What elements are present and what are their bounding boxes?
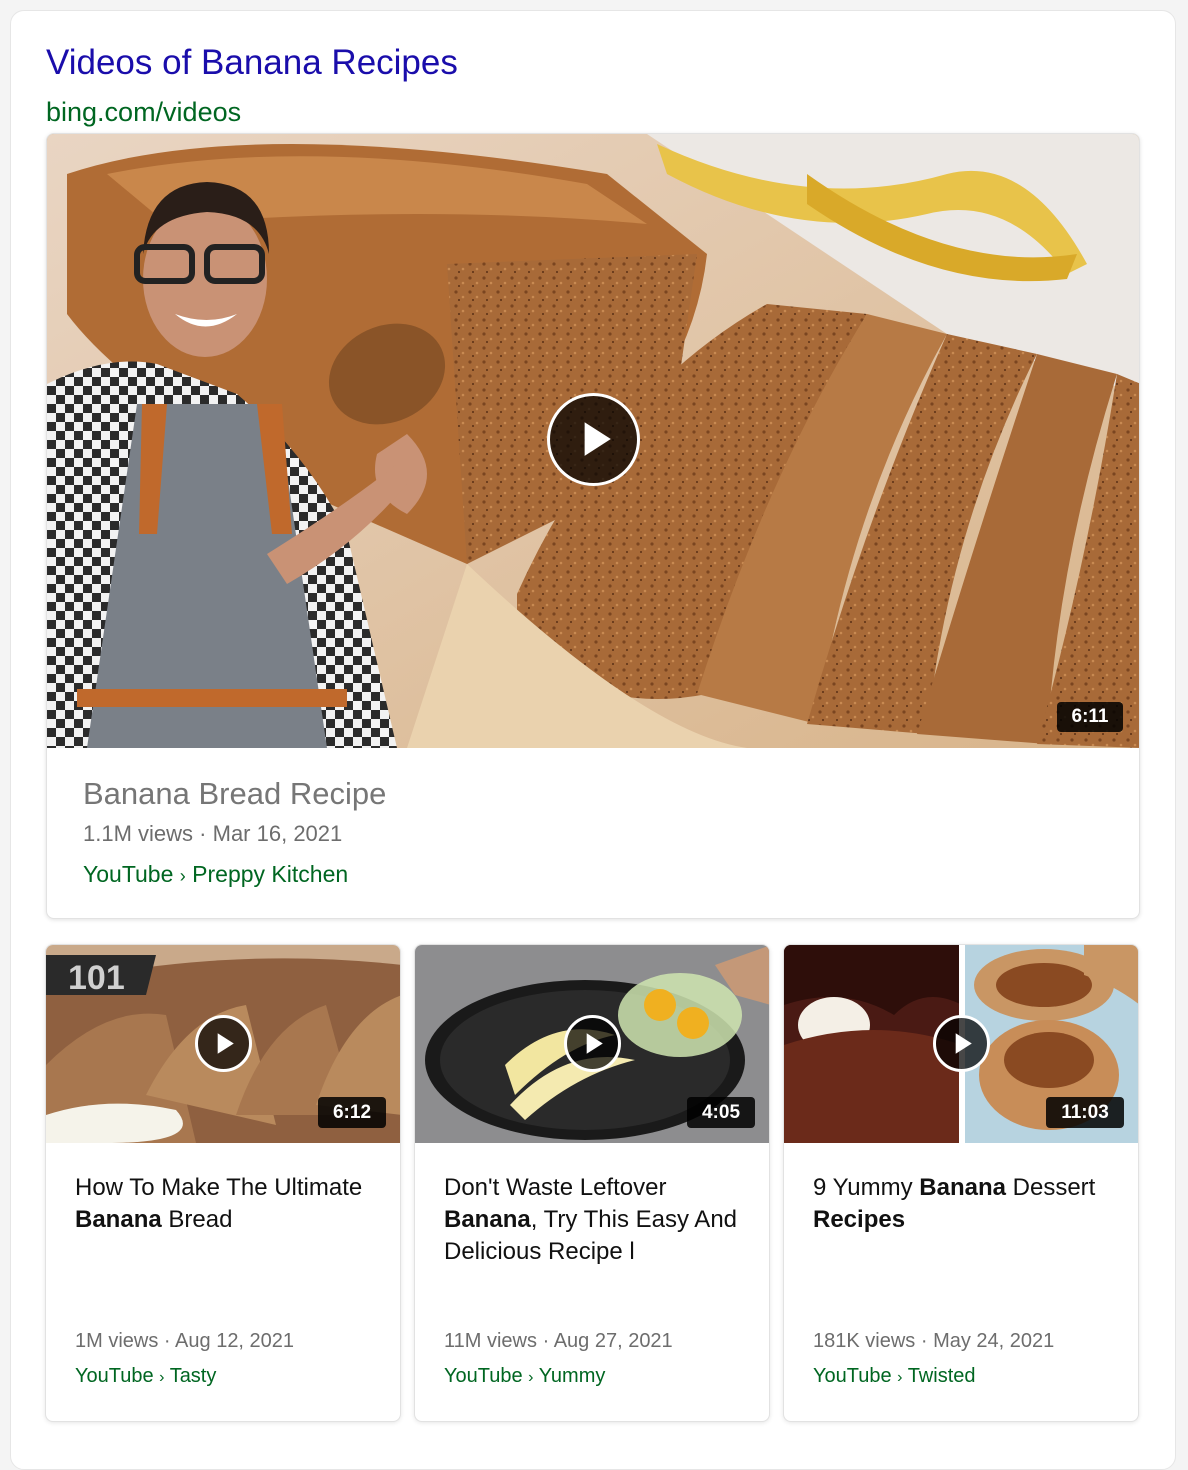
channel-link[interactable]: Twisted xyxy=(908,1365,976,1387)
platform-link[interactable]: YouTube xyxy=(75,1365,154,1387)
play-icon xyxy=(584,422,611,456)
featured-channel[interactable]: Preppy Kitchen xyxy=(192,861,348,887)
duration-badge-2: 4:05 xyxy=(687,1097,755,1128)
duration-badge-1: 6:12 xyxy=(318,1097,386,1128)
featured-source: YouTube › Preppy Kitchen xyxy=(83,858,386,892)
play-button-3[interactable] xyxy=(933,1015,990,1072)
video-source-2: YouTube › Yummy xyxy=(444,1365,606,1387)
badge-101-text: 101 xyxy=(68,959,125,997)
featured-play-button[interactable] xyxy=(547,393,640,486)
video-source-3: YouTube › Twisted xyxy=(813,1365,976,1387)
featured-date: Mar 16, 2021 xyxy=(212,821,343,846)
featured-platform[interactable]: YouTube xyxy=(83,861,173,887)
featured-views: 1.1M views xyxy=(83,821,194,846)
play-icon xyxy=(955,1033,972,1054)
play-icon xyxy=(217,1033,234,1054)
video-title-1[interactable]: How To Make The Ultimate Banana Bread xyxy=(75,1172,385,1236)
video-source-1: YouTube › Tasty xyxy=(75,1365,217,1387)
video-thumbnail-1[interactable]: 101 6:12 xyxy=(46,945,400,1143)
featured-video-card[interactable]: 6:11 Banana Bread Recipe 1.1M views · Ma… xyxy=(46,133,1140,919)
featured-duration-badge: 6:11 xyxy=(1057,702,1123,732)
video-title-3[interactable]: 9 Yummy Banana Dessert Recipes xyxy=(813,1172,1123,1236)
play-button-2[interactable] xyxy=(564,1015,621,1072)
video-meta-2: 11M views · Aug 27, 2021 xyxy=(444,1330,673,1352)
meta-separator: · xyxy=(199,821,207,846)
channel-link[interactable]: Tasty xyxy=(170,1365,217,1387)
featured-video-title[interactable]: Banana Bread Recipe xyxy=(83,774,386,814)
duration-badge-3: 11:03 xyxy=(1046,1097,1124,1128)
video-card-3[interactable]: 11:03 9 Yummy Banana Dessert Recipes 181… xyxy=(783,944,1139,1422)
featured-video-info: Banana Bread Recipe 1.1M views · Mar 16,… xyxy=(83,774,386,892)
video-thumbnail-2[interactable]: 4:05 xyxy=(415,945,769,1143)
video-thumbnail-3[interactable]: 11:03 xyxy=(784,945,1138,1143)
play-button-1[interactable] xyxy=(195,1015,252,1072)
platform-link[interactable]: YouTube xyxy=(813,1365,892,1387)
play-icon xyxy=(586,1033,603,1054)
featured-video-thumbnail[interactable]: 6:11 xyxy=(47,134,1139,748)
video-meta-3: 181K views · May 24, 2021 xyxy=(813,1330,1055,1352)
breadcrumb-separator: › xyxy=(179,866,186,886)
results-url: bing.com/videos xyxy=(46,97,242,127)
video-meta-1: 1M views · Aug 12, 2021 xyxy=(75,1330,295,1352)
results-title-link[interactable]: Videos of Banana Recipes xyxy=(46,42,458,84)
platform-link[interactable]: YouTube xyxy=(444,1365,523,1387)
featured-video-meta: 1.1M views · Mar 16, 2021 xyxy=(83,818,386,850)
video-card-2[interactable]: 4:05 Don't Waste Leftover Banana, Try Th… xyxy=(414,944,770,1422)
channel-link[interactable]: Yummy xyxy=(539,1365,606,1387)
video-card-1[interactable]: 101 6:12 How To Make The Ultimate Banana… xyxy=(45,944,401,1422)
video-title-2[interactable]: Don't Waste Leftover Banana, Try This Ea… xyxy=(444,1172,754,1268)
